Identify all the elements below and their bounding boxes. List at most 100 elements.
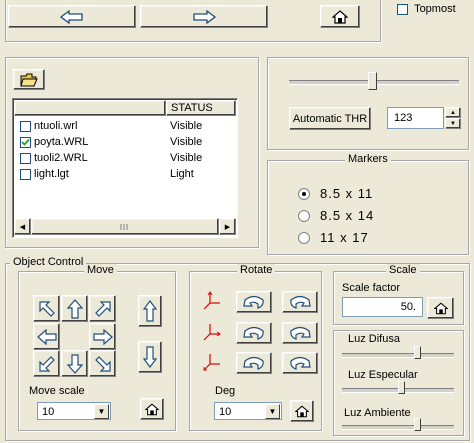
topmost-check[interactable] bbox=[397, 3, 408, 15]
spin-down-button[interactable]: ▼ bbox=[445, 118, 461, 129]
rotate-left-icon bbox=[243, 356, 264, 370]
scroll-left-button[interactable]: ◀ bbox=[14, 218, 31, 235]
ambient-slider-thumb[interactable] bbox=[414, 418, 421, 431]
row-checkbox[interactable] bbox=[20, 169, 31, 180]
rotate-z-cw-button[interactable] bbox=[282, 352, 318, 374]
scroll-right-button[interactable]: ▶ bbox=[219, 218, 236, 235]
deg-value: 10 bbox=[219, 406, 232, 418]
file-list[interactable]: STATUS ntuoli.wrl Visible poyta.WRL Visi… bbox=[12, 98, 238, 238]
scale-factor-label: Scale factor bbox=[342, 282, 401, 294]
list-item[interactable]: ntuoli.wrl Visible bbox=[14, 119, 236, 135]
move-down-right-button[interactable] bbox=[89, 350, 116, 377]
threshold-value-input[interactable]: 123 bbox=[387, 107, 444, 129]
rotate-left-icon bbox=[243, 295, 264, 309]
automatic-thr-button[interactable]: Automatic THR bbox=[289, 107, 371, 130]
move-down-button[interactable] bbox=[61, 350, 88, 377]
axis-z-icon bbox=[203, 354, 220, 371]
move-right-button[interactable] bbox=[89, 323, 116, 350]
rotate-x-ccw-button[interactable] bbox=[236, 291, 272, 313]
arrow-up-right-icon bbox=[94, 300, 111, 317]
home-icon bbox=[433, 302, 448, 314]
arrow-left-icon bbox=[36, 328, 57, 345]
row-checkbox[interactable] bbox=[20, 137, 31, 148]
status-header-label: STATUS bbox=[171, 102, 213, 114]
column-header-status[interactable]: STATUS bbox=[166, 100, 236, 116]
spin-up-button[interactable]: ▲ bbox=[445, 107, 461, 118]
move-scale-label: Move scale bbox=[29, 385, 85, 397]
threshold-value: 123 bbox=[394, 112, 413, 124]
arrow-right-icon bbox=[193, 9, 216, 24]
arrow-up-icon bbox=[143, 300, 157, 322]
row-checkbox[interactable] bbox=[20, 153, 31, 164]
arrow-up-icon bbox=[66, 298, 83, 319]
marker-option-3[interactable]: 11 x 17 bbox=[298, 230, 438, 246]
list-item[interactable]: poyta.WRL Visible bbox=[14, 135, 236, 151]
move-up-left-button[interactable] bbox=[33, 295, 60, 322]
rotate-right-icon bbox=[290, 295, 311, 309]
diffuse-slider-track[interactable] bbox=[342, 353, 454, 358]
move-home-button[interactable] bbox=[140, 398, 164, 420]
ambient-label: Luz Ambiente bbox=[344, 407, 411, 419]
open-file-button[interactable] bbox=[13, 69, 45, 90]
rotate-home-button[interactable] bbox=[290, 400, 314, 422]
markers-title: Markers bbox=[345, 153, 391, 165]
deg-select[interactable]: 10 ▼ bbox=[214, 402, 282, 420]
move-backward-button[interactable] bbox=[138, 341, 162, 373]
arrow-left-icon bbox=[60, 9, 83, 24]
list-item[interactable]: tuoli2.WRL Visible bbox=[14, 151, 236, 167]
scroll-thumb[interactable] bbox=[31, 218, 219, 235]
move-scale-select[interactable]: 10 ▼ bbox=[37, 402, 111, 420]
row-name: ntuoli.wrl bbox=[34, 120, 78, 132]
row-name: light.lgt bbox=[34, 168, 69, 180]
move-up-button[interactable] bbox=[61, 295, 88, 322]
ambient-slider-track[interactable] bbox=[342, 425, 454, 430]
diffuse-label: Luz Difusa bbox=[348, 333, 400, 345]
marker-option-label: 11 x 17 bbox=[320, 230, 369, 245]
automatic-thr-label: Automatic THR bbox=[292, 112, 368, 125]
row-status: Light bbox=[170, 168, 194, 180]
arrow-down-icon bbox=[143, 346, 157, 368]
checkmark-icon bbox=[21, 138, 30, 146]
threshold-spinner[interactable]: ▲ ▼ bbox=[445, 107, 461, 129]
rotate-y-ccw-button[interactable] bbox=[236, 322, 272, 344]
horizontal-scrollbar[interactable]: ◀ ▶ bbox=[14, 218, 236, 235]
move-left-button[interactable] bbox=[33, 323, 60, 350]
scale-factor-input[interactable]: 50. bbox=[342, 297, 423, 317]
home-icon bbox=[332, 9, 348, 24]
radio-button[interactable] bbox=[298, 188, 310, 200]
list-header: STATUS bbox=[14, 100, 236, 116]
list-item[interactable]: light.lgt Light bbox=[14, 167, 236, 183]
move-forward-button[interactable] bbox=[138, 295, 162, 327]
rotate-x-cw-button[interactable] bbox=[282, 291, 318, 313]
move-up-right-button[interactable] bbox=[89, 295, 116, 322]
scale-title: Scale bbox=[386, 264, 420, 276]
chevron-down-icon[interactable]: ▼ bbox=[94, 404, 109, 419]
arrow-down-left-icon bbox=[38, 355, 55, 372]
marker-option-1[interactable]: 8.5 x 11 bbox=[298, 186, 438, 202]
row-status: Visible bbox=[170, 136, 203, 148]
move-down-left-button[interactable] bbox=[33, 350, 60, 377]
topmost-checkbox[interactable]: Topmost bbox=[397, 3, 456, 15]
rotate-y-cw-button[interactable] bbox=[282, 322, 318, 344]
home-button[interactable] bbox=[320, 5, 360, 28]
rotate-right-icon bbox=[290, 326, 311, 340]
radio-button[interactable] bbox=[298, 232, 310, 244]
marker-option-2[interactable]: 8.5 x 14 bbox=[298, 208, 438, 224]
threshold-slider-thumb[interactable] bbox=[368, 72, 377, 90]
arrow-down-right-icon bbox=[94, 355, 111, 372]
rotate-z-ccw-button[interactable] bbox=[236, 352, 272, 374]
radio-button[interactable] bbox=[298, 210, 310, 222]
chevron-down-icon[interactable]: ▼ bbox=[265, 404, 280, 419]
back-button[interactable] bbox=[8, 5, 136, 28]
deg-label: Deg bbox=[215, 385, 236, 397]
forward-button[interactable] bbox=[140, 5, 268, 28]
specular-label: Luz Especular bbox=[348, 369, 418, 381]
scale-home-button[interactable] bbox=[427, 297, 454, 319]
rotate-right-icon bbox=[290, 356, 311, 370]
object-control-title: Object Control bbox=[10, 256, 87, 268]
column-header-name[interactable] bbox=[14, 100, 166, 116]
specular-slider-thumb[interactable] bbox=[398, 381, 405, 394]
diffuse-slider-thumb[interactable] bbox=[414, 346, 421, 359]
row-checkbox[interactable] bbox=[20, 121, 31, 132]
arrow-right-icon bbox=[92, 328, 113, 345]
